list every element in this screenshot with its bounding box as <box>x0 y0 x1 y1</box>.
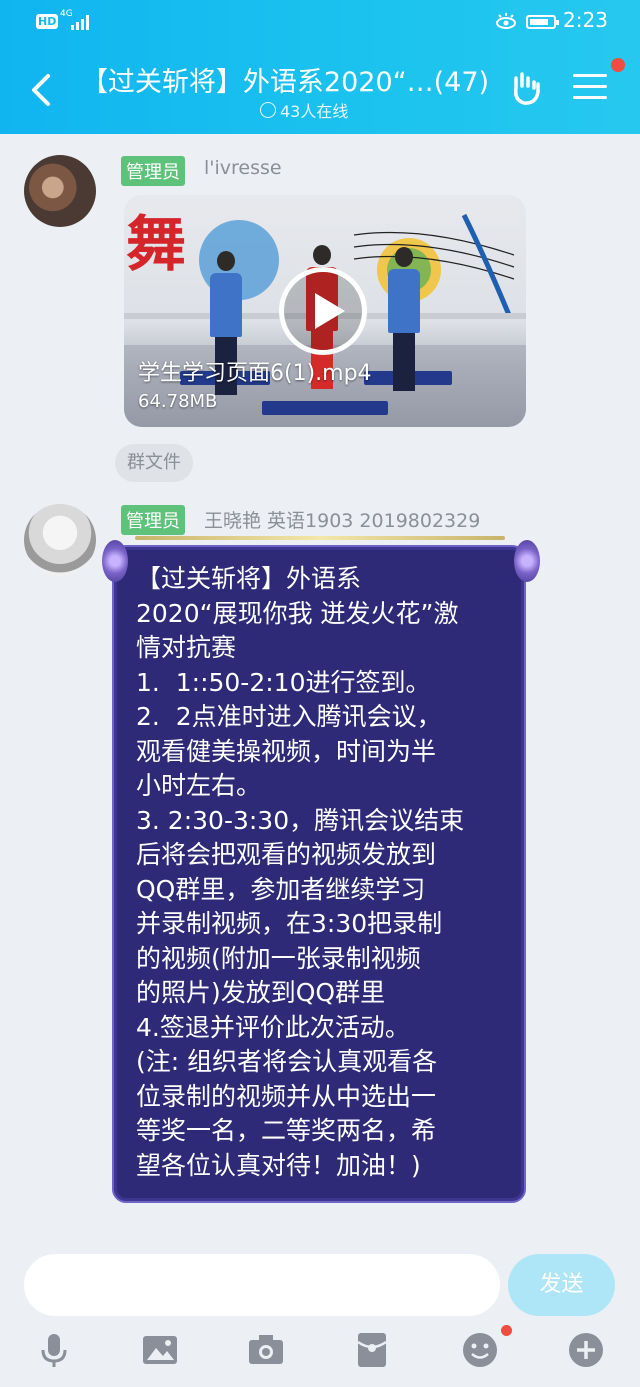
dancer <box>386 247 422 391</box>
camera-icon[interactable] <box>246 1330 286 1370</box>
message-input[interactable] <box>24 1254 500 1316</box>
signal-icon <box>71 15 89 30</box>
plus-icon[interactable] <box>566 1330 606 1370</box>
send-button[interactable]: 发送 <box>508 1254 615 1316</box>
emoji-notification-dot <box>501 1325 512 1336</box>
video-filename: 学生学习页面6(1).mp4 <box>138 361 372 386</box>
aerobic-step <box>262 401 388 415</box>
eye-comfort-icon <box>496 13 516 29</box>
battery-icon <box>526 15 559 29</box>
avatar[interactable] <box>24 504 96 576</box>
bubble-wing-decoration <box>514 540 540 582</box>
avatar[interactable] <box>24 155 96 227</box>
back-icon[interactable] <box>26 70 56 110</box>
status-bar: HD 4G 2:23 <box>0 8 640 38</box>
video-message[interactable]: 舞 学生学习页面6(1).mp4 64.78MB <box>124 195 526 427</box>
red-packet-icon[interactable] <box>352 1330 392 1370</box>
admin-badge: 管理员 <box>121 505 185 535</box>
message-text: 【过关斩将】外语系 2020“展现你我 迸发火花”激 情对抗赛 1. 1::50… <box>136 564 465 1180</box>
bubble-decoration <box>135 536 505 540</box>
group-file-tag[interactable]: 群文件 <box>115 444 193 482</box>
online-label: 43人在线 <box>280 102 349 121</box>
emoji-icon[interactable] <box>460 1330 500 1370</box>
svg-text:舞: 舞 <box>126 210 186 280</box>
hd-indicator: HD <box>36 14 59 29</box>
chat-header: HD 4G 2:23 【过关斩将】外语系2020“…(47) 43人在线 <box>0 0 640 134</box>
sender-name[interactable]: 王晓艳 英语1903 2019802329 <box>204 506 480 533</box>
hand-gesture-icon[interactable] <box>508 70 546 108</box>
nav-bar: 【过关斩将】外语系2020“…(47) 43人在线 <box>0 54 640 130</box>
play-icon[interactable] <box>279 267 367 355</box>
admin-badge: 管理员 <box>121 156 185 186</box>
notification-dot <box>611 58 625 72</box>
online-count[interactable]: 43人在线 <box>260 98 348 122</box>
video-filesize: 64.78MB <box>138 391 218 412</box>
menu-icon[interactable] <box>573 74 607 104</box>
mic-icon[interactable] <box>34 1330 74 1370</box>
group-title[interactable]: 【过关斩将】外语系2020“…(47) <box>70 60 500 99</box>
image-icon[interactable] <box>140 1330 180 1370</box>
sender-name[interactable]: l'ivresse <box>204 157 282 179</box>
chevron-down-icon <box>260 102 276 118</box>
clock: 2:23 <box>563 8 608 32</box>
bubble-wing-decoration <box>102 540 128 582</box>
